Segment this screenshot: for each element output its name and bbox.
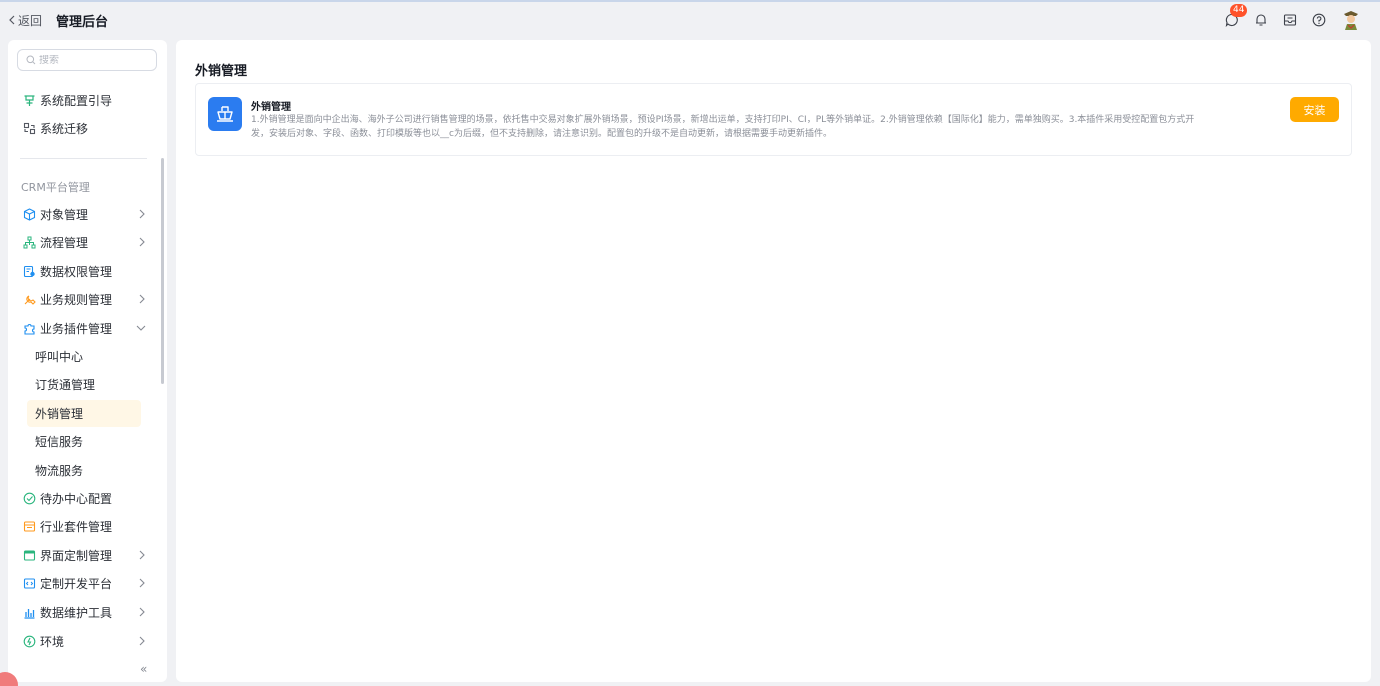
sidebar-item-label: 业务插件管理 [40, 321, 113, 336]
sidebar-subitem-call-center[interactable]: 呼叫中心 [27, 343, 141, 370]
chevron-down-icon [136, 325, 146, 331]
sidebar-item-data-maintenance[interactable]: 数据维护工具 [22, 600, 146, 624]
bell-icon [1256, 14, 1266, 26]
ship-icon [208, 97, 242, 131]
chevron-right-icon [139, 607, 145, 617]
plugin-description: 1.外销管理是面向中企出海、海外子公司进行销售管理的场景，依托售中交易对象扩展外… [251, 113, 1251, 141]
sidebar-item-label: 流程管理 [40, 235, 89, 250]
sidebar-item-dev-platform[interactable]: 定制开发平台 [22, 571, 146, 595]
sidebar-item-label: 行业套件管理 [40, 519, 113, 534]
sidebar-item-todo-center[interactable]: 待办中心配置 [22, 486, 146, 510]
header-bar: 返回 管理后台 44 [0, 2, 1380, 38]
chat-button[interactable]: 44 [1224, 4, 1248, 28]
data-permission-icon [22, 264, 36, 278]
inbox-icon [1283, 14, 1297, 26]
layout-icon [22, 548, 36, 562]
sidebar-item-label: 系统配置引导 [40, 93, 113, 108]
header-icons: 44 [1211, 2, 1362, 38]
collapse-sidebar-button[interactable]: « [140, 662, 147, 676]
sidebar-item-environment[interactable]: 环境 [22, 629, 146, 653]
sidebar: 系统配置引导 系统迁移 CRM平台管理 对象管理 流程管理 数据权限管理 业务规… [8, 40, 167, 682]
bar-chart-icon [22, 605, 36, 619]
chevron-right-icon [139, 578, 145, 588]
avatar[interactable] [1340, 9, 1362, 31]
environment-icon [22, 634, 36, 648]
page-title: 外销管理 [195, 64, 248, 79]
notification-badge: 44 [1230, 4, 1248, 17]
install-button[interactable]: 安装 [1290, 97, 1339, 122]
cube-icon [22, 207, 36, 221]
sidebar-subitem-logistics-service[interactable]: 物流服务 [27, 457, 141, 484]
plugin-title: 外销管理 [251, 102, 291, 113]
sidebar-item-label: 环境 [40, 634, 65, 649]
sidebar-item-label: 业务规则管理 [40, 292, 113, 307]
sidebar-item-object[interactable]: 对象管理 [22, 202, 146, 226]
sidebar-item-industry-suite[interactable]: 行业套件管理 [22, 514, 146, 538]
back-label: 返回 [18, 13, 43, 28]
plugin-description-line: 发，安装后对象、字段、函数、打印模版等也以__c为后缀，但不支持删除，请注意识别… [251, 129, 832, 139]
suite-icon [22, 519, 36, 533]
sidebar-item-label: 数据权限管理 [40, 264, 113, 279]
sidebar-divider [20, 158, 147, 159]
inbox-button[interactable] [1282, 12, 1298, 28]
sidebar-item-business-rule[interactable]: 业务规则管理 [22, 287, 146, 311]
chevron-right-icon [139, 550, 145, 560]
sidebar-subitem-sms-service[interactable]: 短信服务 [27, 428, 141, 455]
chevron-right-icon [139, 209, 145, 219]
help-button[interactable] [1311, 12, 1327, 28]
sidebar-item-label: 数据维护工具 [40, 605, 113, 620]
sidebar-item-label: 界面定制管理 [40, 548, 113, 563]
notification-button[interactable] [1253, 12, 1269, 28]
rule-icon [22, 292, 36, 306]
chevron-right-icon [139, 237, 145, 247]
help-icon [1312, 13, 1326, 27]
section-label: CRM平台管理 [21, 181, 90, 194]
sidebar-item-migrate[interactable]: 系统迁移 [22, 116, 146, 140]
sidebar-item-label: 系统迁移 [40, 121, 89, 136]
sidebar-item-label: 定制开发平台 [40, 576, 113, 591]
chevron-right-icon [139, 636, 145, 646]
sidebar-item-business-plugin[interactable]: 业务插件管理 [22, 316, 146, 340]
chevron-left-icon [9, 15, 15, 25]
sidebar-item-config-guide[interactable]: 系统配置引导 [22, 88, 146, 112]
plugin-icon [22, 321, 36, 335]
search-input[interactable] [39, 54, 149, 66]
plugin-description-line: 1.外销管理是面向中企出海、海外子公司进行销售管理的场景，依托售中交易对象扩展外… [251, 115, 1195, 125]
sidebar-item-data-permission[interactable]: 数据权限管理 [22, 259, 146, 283]
code-icon [22, 576, 36, 590]
sidebar-scrollbar[interactable] [161, 158, 164, 384]
migrate-icon [22, 121, 36, 135]
main-panel: 外销管理 外销管理 1.外销管理是面向中企出海、海外子公司进行销售管理的场景，依… [176, 40, 1371, 682]
sidebar-item-ui-customization[interactable]: 界面定制管理 [22, 543, 146, 567]
sidebar-item-flow[interactable]: 流程管理 [22, 230, 146, 254]
back-button[interactable]: 返回 [8, 12, 42, 29]
todo-icon [22, 491, 36, 505]
sidebar-subitem-order-management[interactable]: 订货通管理 [27, 371, 141, 398]
plugin-card: 外销管理 1.外销管理是面向中企出海、海外子公司进行销售管理的场景，依托售中交易… [195, 83, 1352, 156]
sidebar-search [17, 49, 157, 71]
search-icon [26, 55, 36, 65]
app-title: 管理后台 [56, 14, 109, 30]
chevron-right-icon [139, 294, 145, 304]
flow-icon [22, 235, 36, 249]
sidebar-item-label: 对象管理 [40, 207, 89, 222]
sidebar-subitem-export-sales[interactable]: 外销管理 [27, 400, 141, 427]
sidebar-item-label: 待办中心配置 [40, 491, 113, 506]
config-guide-icon [22, 93, 36, 107]
